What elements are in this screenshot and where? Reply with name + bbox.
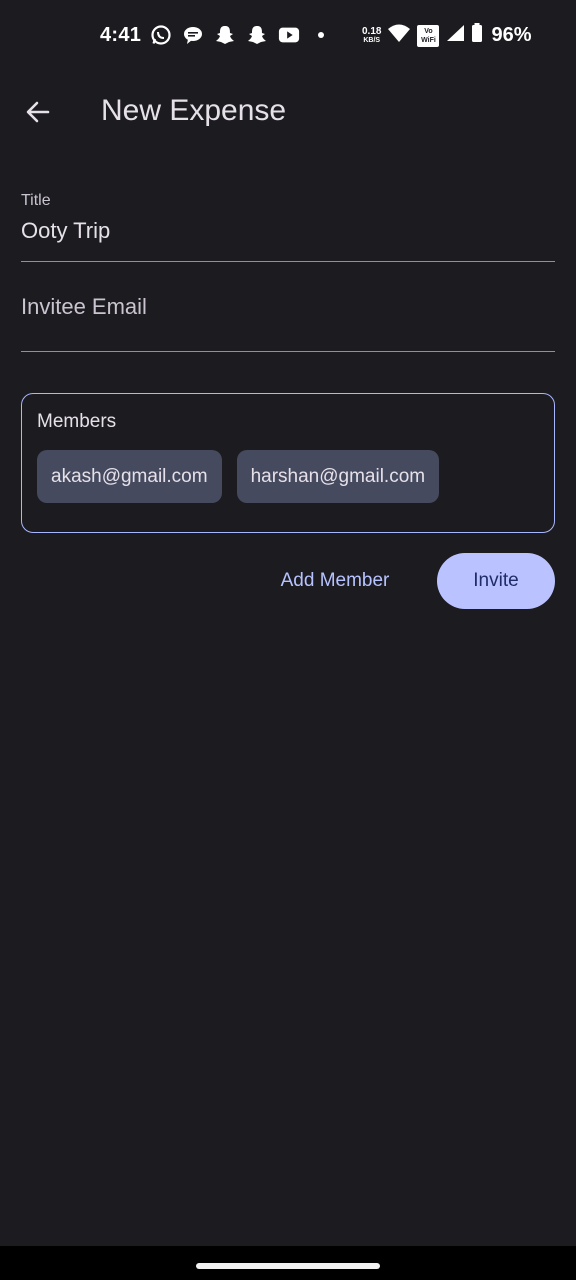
title-field-value[interactable]: Ooty Trip xyxy=(21,218,110,244)
invitee-email-placeholder: Invitee Email xyxy=(21,294,147,319)
signal-icon xyxy=(445,22,465,49)
snapchat-icon xyxy=(214,24,236,46)
notification-icons xyxy=(150,24,332,46)
chat-bubble-icon xyxy=(182,24,204,46)
member-chip[interactable]: akash@gmail.com xyxy=(37,450,222,503)
vowifi-line1: Vo xyxy=(424,27,433,35)
invitee-email-field[interactable]: Invitee Email xyxy=(21,270,555,352)
network-speed-unit: KB/S xyxy=(363,36,381,44)
arrow-left-icon xyxy=(26,101,50,123)
dot-icon xyxy=(310,24,332,46)
battery-percentage: 96% xyxy=(491,24,532,46)
network-speed: 0.18 KB/S xyxy=(362,25,382,45)
new-expense-screen: 4:41 0.18 KB/S Vo WiFi 96% New Expense T… xyxy=(0,0,576,1280)
title-field-label: Title xyxy=(21,192,51,209)
page-title: New Expense xyxy=(101,94,287,127)
invite-button[interactable]: Invite xyxy=(437,553,555,609)
network-speed-value: 0.18 xyxy=(362,25,382,37)
app-bar: New Expense xyxy=(0,72,576,152)
add-member-button[interactable]: Add Member xyxy=(262,556,408,606)
navigation-bar xyxy=(0,1246,576,1280)
youtube-icon xyxy=(278,24,300,46)
member-chips: akash@gmail.com harshan@gmail.com xyxy=(37,450,440,503)
snapchat-icon xyxy=(246,24,268,46)
status-time: 4:41 xyxy=(100,24,142,46)
vowifi-line2: WiFi xyxy=(421,36,436,44)
whatsapp-icon xyxy=(150,24,172,46)
battery-icon xyxy=(471,22,483,49)
system-icons: 0.18 KB/S Vo WiFi 96% xyxy=(362,22,532,49)
back-button[interactable] xyxy=(14,88,62,136)
title-field[interactable]: Title Ooty Trip xyxy=(21,180,555,262)
vowifi-icon: Vo WiFi xyxy=(417,24,440,47)
home-indicator[interactable] xyxy=(196,1263,380,1269)
wifi-icon xyxy=(387,22,411,49)
members-label: Members xyxy=(37,411,117,432)
status-bar: 4:41 0.18 KB/S Vo WiFi 96% xyxy=(0,0,576,72)
members-card: Members akash@gmail.com harshan@gmail.co… xyxy=(21,393,555,533)
member-chip[interactable]: harshan@gmail.com xyxy=(236,450,440,503)
